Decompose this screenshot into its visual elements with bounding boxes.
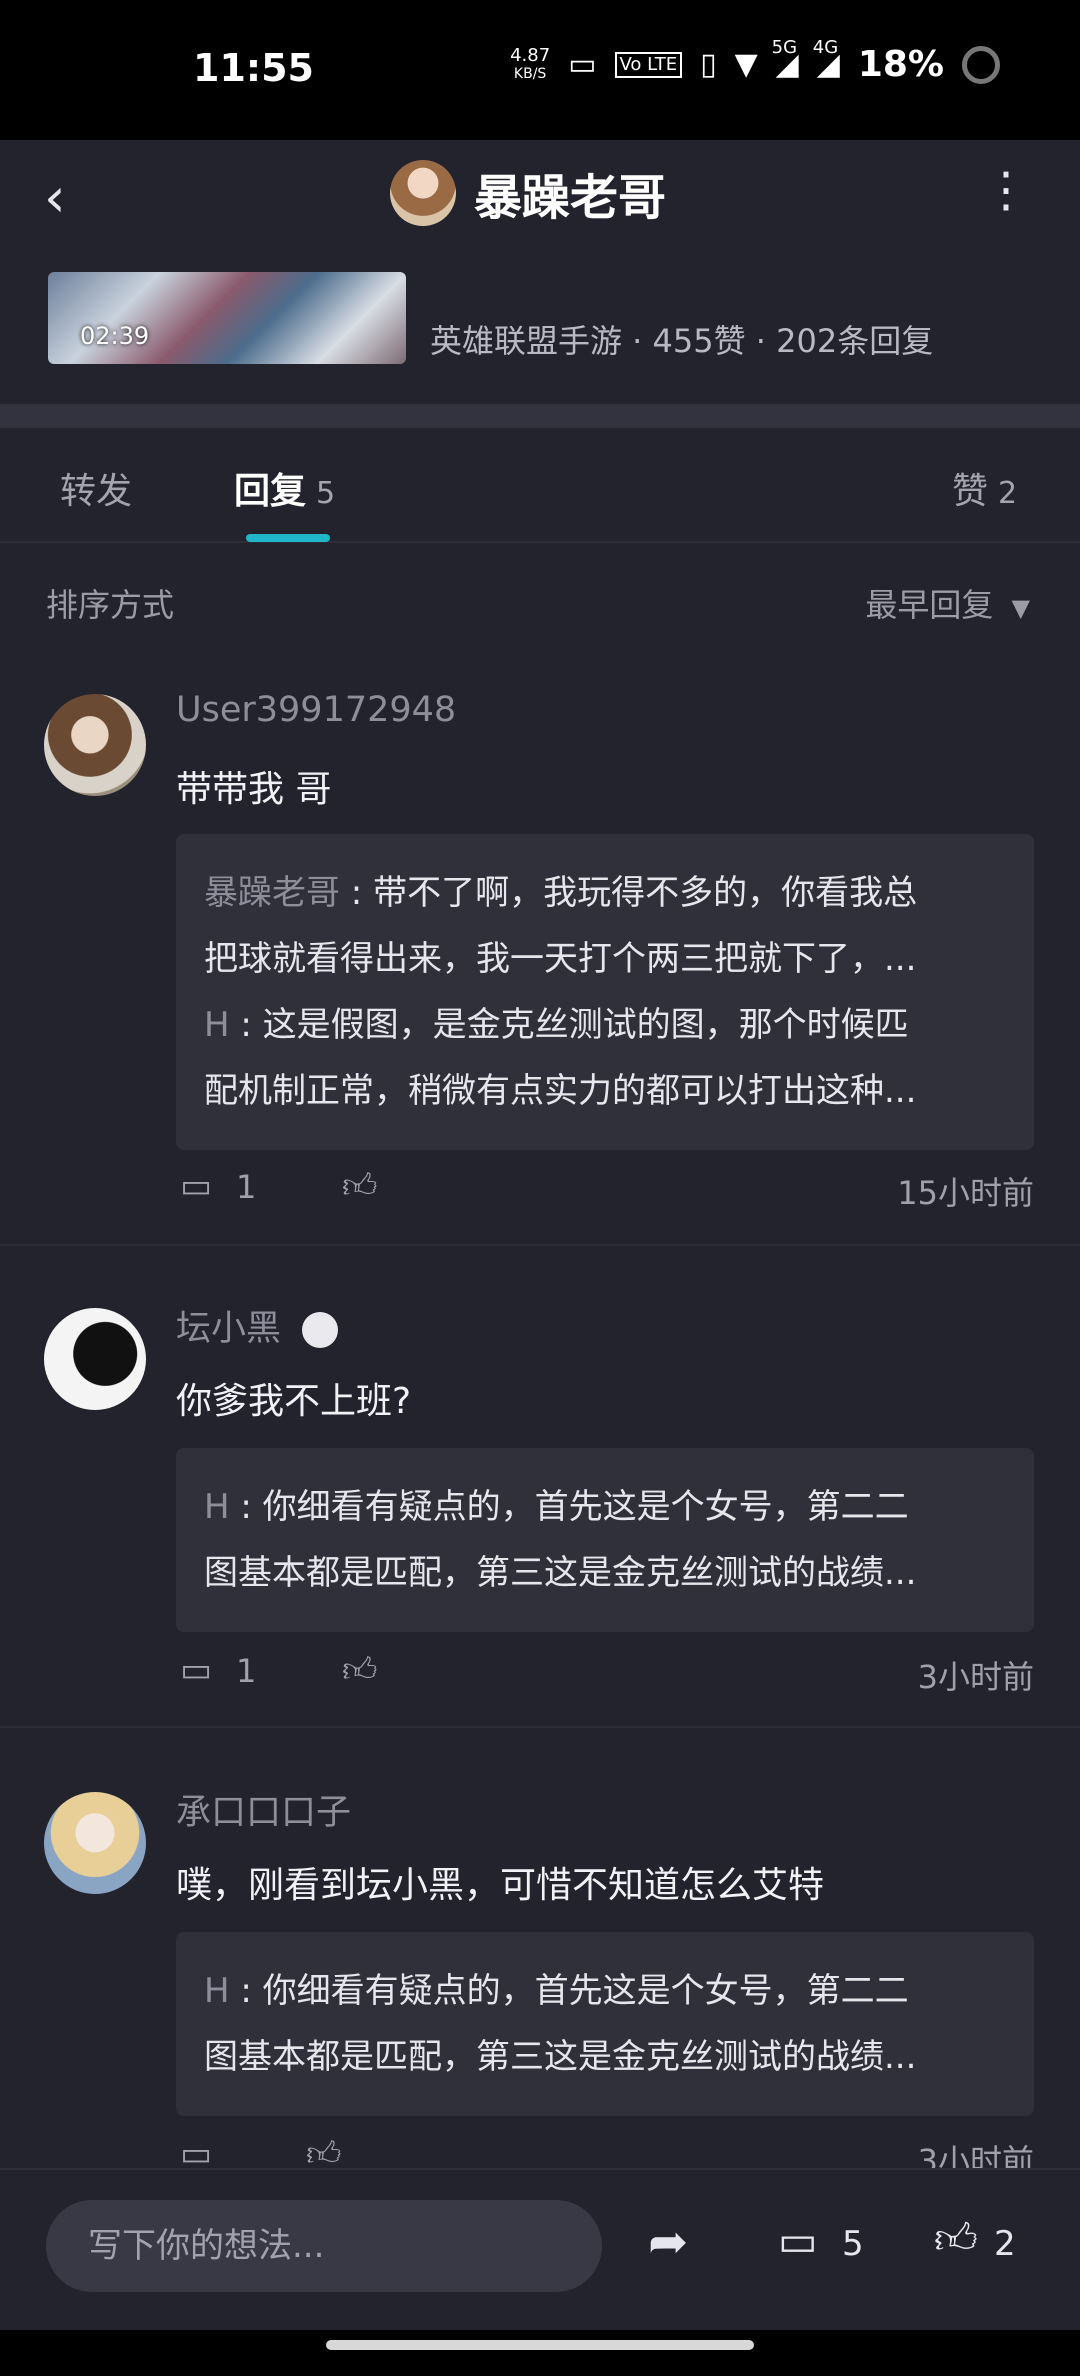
home-gesture-bar[interactable] xyxy=(326,2340,754,2350)
video-duration: 02:39 xyxy=(80,322,150,350)
reply-count: 1 xyxy=(236,1652,257,1690)
comment-icon[interactable]: ▭ xyxy=(778,2216,818,2265)
system-nav-bar xyxy=(0,2330,1080,2376)
avatar[interactable] xyxy=(44,1792,146,1894)
avatar[interactable] xyxy=(44,1308,146,1410)
reply-preview[interactable]: H : 你细看有疑点的，首先这是个女号，第二二 图基本都是匹配，第三这是金克丝测… xyxy=(176,1448,1034,1632)
signal-5g-icon: 5G ◢ xyxy=(771,37,799,83)
reply-preview[interactable]: 暴躁老哥 : 带不了啊，我玩得不多的，你看我总 把球就看得出来，我一天打个两三把… xyxy=(176,834,1034,1150)
reply-line: H : 你细看有疑点的，首先这是个女号，第二二 xyxy=(204,1487,909,1527)
like-icon[interactable]: 👍︎ xyxy=(934,2214,978,2265)
sort-bar: 排序方式 最早回复 ▼ xyxy=(0,560,1080,640)
divider xyxy=(0,1726,1080,1728)
sort-dropdown[interactable]: 最早回复 ▼ xyxy=(865,580,1030,626)
author-avatar[interactable] xyxy=(390,160,456,226)
net-speed: 4.87 KB/S xyxy=(510,44,551,82)
comment-time: 15小时前 xyxy=(897,1174,1034,1212)
reply-line: H : 这是假图，是金克丝测试的图，那个时候匹 xyxy=(204,1005,909,1045)
comment-text: 你爹我不上班? xyxy=(176,1381,412,1422)
comment-count: 5 xyxy=(842,2224,864,2264)
screen: 11:55 4.87 KB/S ▭ Vo LTE ▯ ▼ 5G ◢ 4G ◢ 1… xyxy=(0,0,1080,2376)
comment-username[interactable]: User399172948 xyxy=(176,690,456,730)
share-icon[interactable]: ➦ xyxy=(648,2214,688,2270)
like-count: 2 xyxy=(994,2224,1016,2264)
wifi-icon: ▼ xyxy=(734,47,758,82)
tab-likes[interactable]: 赞2 xyxy=(952,462,1017,514)
comment-username[interactable]: 承口口口子 xyxy=(176,1784,351,1835)
likes-count: 2 xyxy=(998,476,1018,511)
status-icons: 4.87 KB/S ▭ Vo LTE ▯ ▼ 5G ◢ 4G ◢ 18% xyxy=(510,37,1000,85)
vibrate-icon: ▯ xyxy=(700,47,717,82)
tab-replies[interactable]: 回复 5 xyxy=(234,462,335,514)
comment-text: 噗，刚看到坛小黑，可惜不知道怎么艾特 xyxy=(176,1865,825,1906)
bottom-action-bar: 写下你的想法... ➦ ▭ 5 👍︎ 2 xyxy=(0,2168,1080,2328)
reply-line: 暴躁老哥 : 带不了啊，我玩得不多的，你看我总 xyxy=(204,873,918,913)
title-area[interactable]: 暴躁老哥 xyxy=(390,158,666,228)
comment-time: 3小时前 xyxy=(917,1658,1034,1696)
caret-down-icon: ▼ xyxy=(1011,594,1030,622)
active-tab-indicator xyxy=(246,534,330,542)
sort-label: 排序方式 xyxy=(46,586,175,624)
comment-username[interactable]: 坛小黑 xyxy=(176,1300,339,1351)
post-header: ‹ 暴躁老哥 ⋮ 02:39 英雄联盟手游 · 455赞 · 202条回复 xyxy=(0,140,1080,410)
page-title: 暴躁老哥 xyxy=(474,170,667,226)
comment-footer: ▭ 1 👍︎ 3小时前 xyxy=(176,1646,1034,1696)
reply-line: 图基本都是匹配，第三这是金克丝测试的战绩... xyxy=(204,1553,917,1593)
reply-preview[interactable]: H : 你细看有疑点的，首先这是个女号，第二二 图基本都是匹配，第三这是金克丝测… xyxy=(176,1932,1034,2116)
tab-bar: 转发 回复 5 赞2 xyxy=(0,428,1080,543)
comment-input[interactable]: 写下你的想法... xyxy=(46,2200,602,2292)
battery-percent: 18% xyxy=(857,44,944,85)
status-bar: 11:55 4.87 KB/S ▭ Vo LTE ▯ ▼ 5G ◢ 4G ◢ 1… xyxy=(0,0,1080,140)
avatar[interactable] xyxy=(44,694,146,796)
video-thumbnail[interactable]: 02:39 xyxy=(48,272,406,364)
reply-line: 配机制正常，稍微有点实力的都可以打出这种... xyxy=(204,1071,917,1111)
reply-count: 1 xyxy=(236,1168,257,1206)
like-icon[interactable]: 👍︎ xyxy=(342,1650,378,1691)
comment-footer: ▭ 1 👍︎ 15小时前 xyxy=(176,1162,1034,1212)
comment-text: 带带我 哥 xyxy=(176,769,332,810)
like-icon[interactable]: 👍︎ xyxy=(342,1166,378,1207)
replies-count: 5 xyxy=(316,476,336,511)
status-time: 11:55 xyxy=(193,46,314,90)
reply-icon[interactable]: ▭ xyxy=(180,1650,212,1690)
reply-line: H : 你细看有疑点的，首先这是个女号，第二二 xyxy=(204,1971,909,2011)
reply-icon[interactable]: ▭ xyxy=(180,1166,212,1206)
cast-icon: ▭ xyxy=(568,47,597,82)
reply-line: 把球就看得出来，我一天打个两三把就下了，... xyxy=(204,939,917,979)
volte-icon: Vo LTE xyxy=(614,51,683,78)
section-divider xyxy=(0,404,1080,428)
tab-repost[interactable]: 转发 xyxy=(60,462,132,514)
post-meta: 英雄联盟手游 · 455赞 · 202条回复 xyxy=(430,322,934,360)
user-badge-icon xyxy=(302,1312,339,1348)
reply-line: 图基本都是匹配，第三这是金克丝测试的战绩... xyxy=(204,2037,917,2077)
more-options-icon[interactable]: ⋮ xyxy=(982,162,1030,218)
battery-icon xyxy=(962,45,1000,84)
back-icon[interactable]: ‹ xyxy=(44,166,66,229)
signal-4g-icon: 4G ◢ xyxy=(812,37,840,83)
divider xyxy=(0,1244,1080,1246)
